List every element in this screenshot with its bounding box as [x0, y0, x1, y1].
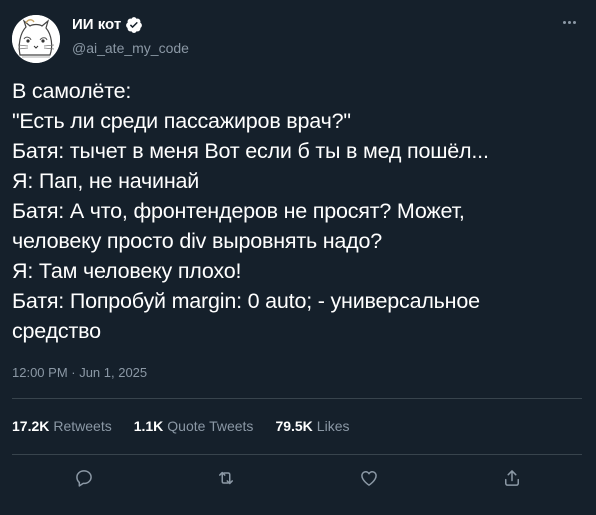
retweet-button[interactable] — [212, 464, 240, 492]
share-button[interactable] — [498, 464, 526, 492]
retweets-label: Retweets — [53, 418, 112, 434]
display-name[interactable]: ИИ кот — [72, 15, 121, 35]
tweet-line: Батя: Попробуй margin: 0 auto; - универс… — [12, 289, 480, 313]
tweet-card: ИИ кот @ai_ate_my_code В самолёте: "Есть… — [0, 0, 596, 515]
retweets-count: 17.2K — [12, 418, 50, 434]
tweet-timestamp[interactable]: 12:00 PM · Jun 1, 2025 — [12, 364, 147, 382]
retweet-icon — [219, 471, 233, 485]
divider — [12, 454, 582, 455]
author-name-row[interactable]: ИИ кот — [72, 15, 143, 35]
reply-icon — [76, 470, 92, 487]
author-handle[interactable]: @ai_ate_my_code — [72, 39, 189, 57]
verified-badge-icon — [125, 16, 143, 34]
tweet-line: человеку просто div выровнять надо? — [12, 229, 383, 253]
share-icon — [505, 470, 519, 486]
like-button[interactable] — [355, 464, 383, 492]
tweet-line: Я: Там человеку плохо! — [12, 259, 242, 283]
likes-count: 79.5K — [275, 418, 313, 434]
likes-label: Likes — [316, 418, 350, 434]
quote-tweets-label: Quote Tweets — [167, 418, 254, 434]
like-icon — [361, 471, 377, 486]
tweet-text: В самолёте: "Есть ли среди пассажиров вр… — [12, 76, 582, 346]
tweet-line: "Есть ли среди пассажиров врач?" — [12, 109, 351, 133]
quote-tweets-stat[interactable]: 1.1K Quote Tweets — [134, 417, 254, 435]
retweets-stat[interactable]: 17.2K Retweets — [12, 417, 112, 435]
tweet-line: Я: Пап, не начинай — [12, 169, 200, 193]
cat-doodle-avatar-icon — [12, 15, 60, 63]
tweet-line: средство — [12, 319, 101, 343]
tweet-line: Батя: тычет в меня Вот если б ты в мед п… — [12, 139, 489, 163]
likes-stat[interactable]: 79.5K Likes — [275, 417, 349, 435]
quote-tweets-count: 1.1K — [133, 418, 164, 434]
tweet-line: В самолёте: — [12, 79, 132, 103]
tweet-line: Батя: А что, фронтендеров не просят? Мож… — [12, 199, 465, 223]
reply-button[interactable] — [70, 464, 98, 492]
more-options-icon[interactable] — [558, 13, 580, 31]
avatar[interactable] — [12, 15, 60, 63]
engagement-stats: 17.2K Retweets 1.1K Quote Tweets 79.5K Like… — [12, 417, 349, 435]
divider — [12, 398, 582, 399]
tweet-actions — [0, 462, 596, 494]
